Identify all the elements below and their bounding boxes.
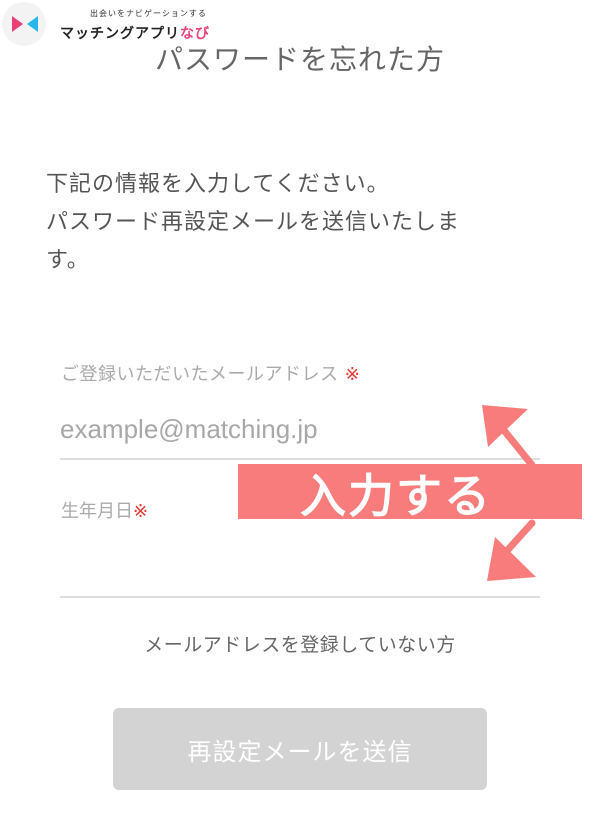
annotation-arrows-icon <box>482 405 536 581</box>
logo-tagline: 出会いをナビゲーションする <box>90 9 207 18</box>
no-email-link[interactable]: メールアドレスを登録していない方 <box>0 630 600 657</box>
email-label-text: ご登録いただいたメールアドレス <box>61 364 339 385</box>
birthdate-label: 生年月日※ <box>61 497 148 523</box>
intro-line: す。 <box>46 248 90 273</box>
birthdate-label-text: 生年月日 <box>61 501 133 522</box>
required-mark: ※ <box>344 364 361 385</box>
intro-text: 下記の情報を入力してください。 パスワード再設定メールを送信いたしま す。 <box>46 166 546 280</box>
intro-line: パスワード再設定メールを送信いたしま <box>46 210 461 235</box>
page-title: パスワードを忘れた方 <box>154 43 445 76</box>
intro-line: 下記の情報を入力してください。 <box>46 172 390 197</box>
send-reset-email-button[interactable]: 再設定メールを送信 <box>113 708 487 790</box>
email-label: ご登録いただいたメールアドレス ※ <box>61 360 360 386</box>
required-mark: ※ <box>133 501 149 522</box>
